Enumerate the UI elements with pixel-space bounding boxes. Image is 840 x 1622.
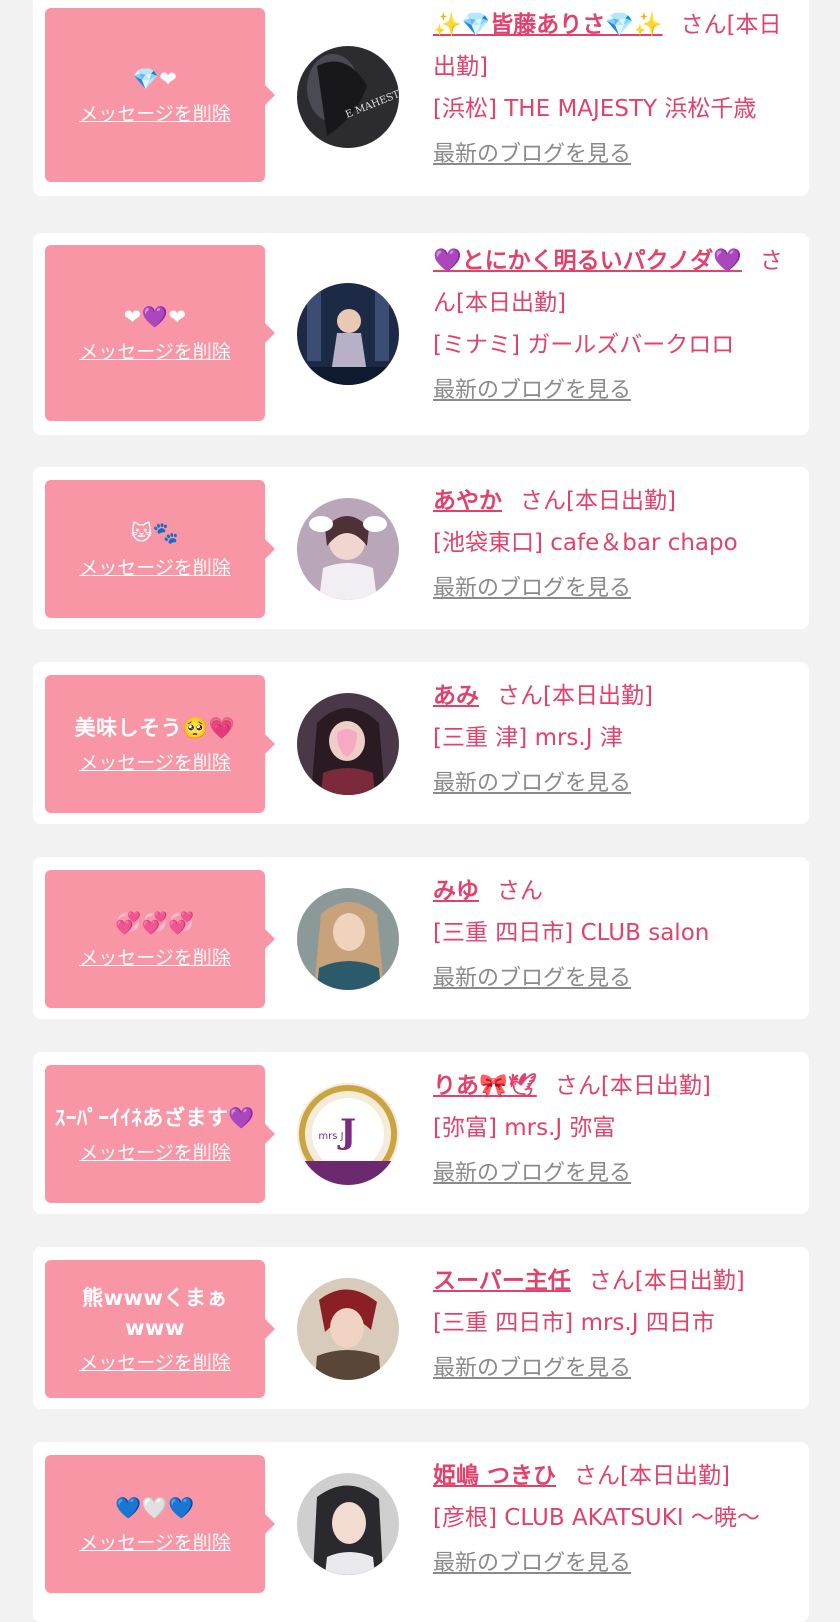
message-text: 🐱🐾 xyxy=(130,521,180,545)
cast-suffix: さん xyxy=(497,878,543,904)
latest-blog-link[interactable]: 最新のブログを見る xyxy=(433,140,631,170)
message-card: 熊wwwくまぁwww メッセージを削除 スーパー主任 さん[本日出勤] [三重 四… xyxy=(33,1247,809,1409)
avatar[interactable]: J mrs J xyxy=(297,1083,399,1185)
cast-suffix: さん[本日出勤] xyxy=(497,683,653,709)
shop-name: [三重 四日市] mrs.J 四日市 xyxy=(433,1310,715,1336)
message-card: 💎❤ メッセージを削除 E MAHESTY ✨💎皆藤ありさ💎✨ さん[本日出勤] … xyxy=(33,0,809,196)
latest-blog-link[interactable]: 最新のブログを見る xyxy=(433,1159,631,1189)
avatar[interactable] xyxy=(297,283,399,385)
cast-name-link[interactable]: スーパー主任 xyxy=(433,1268,571,1294)
card-info: あやか さん[本日出勤] [池袋東口] cafe＆bar chapo 最新のブログ… xyxy=(433,480,795,609)
latest-blog-link[interactable]: 最新のブログを見る xyxy=(433,1549,631,1579)
message-text: 美味しそう🥺💗 xyxy=(74,716,236,740)
message-bubble: 💎❤ メッセージを削除 xyxy=(45,8,275,182)
cast-name-link[interactable]: ✨💎皆藤ありさ💎✨ xyxy=(433,12,663,38)
message-bubble: 💙🤍💙 メッセージを削除 xyxy=(45,1455,275,1593)
avatar[interactable] xyxy=(297,1473,399,1575)
shop-name: [池袋東口] cafe＆bar chapo xyxy=(433,530,738,556)
delete-message-link[interactable]: メッセージを削除 xyxy=(79,751,231,775)
message-card: ｽｰﾊﾟｰｲｲﾈあざます💜 メッセージを削除 J mrs J りあ🎀🕊 さん[本日… xyxy=(33,1052,809,1214)
message-text: 💞💞💞 xyxy=(115,911,195,935)
delete-message-link[interactable]: メッセージを削除 xyxy=(79,102,231,126)
message-bubble: 美味しそう🥺💗 メッセージを削除 xyxy=(45,675,275,813)
card-info: 姫嶋 つきひ さん[本日出勤] [彦根] CLUB AKATSUKI 〜暁〜 最新… xyxy=(433,1455,795,1584)
avatar[interactable] xyxy=(297,888,399,990)
shop-name: [ミナミ] ガールズバークロロ xyxy=(433,332,735,358)
cast-suffix: さん[本日出勤] xyxy=(588,1268,745,1294)
message-list: 💎❤ メッセージを削除 E MAHESTY ✨💎皆藤ありさ💎✨ さん[本日出勤] … xyxy=(0,0,840,1622)
cast-suffix: さん[本日出勤] xyxy=(520,488,676,514)
message-card: 💙🤍💙 メッセージを削除 姫嶋 つきひ さん[本日出勤] [彦根] CLUB AK… xyxy=(33,1442,809,1622)
message-card: 🐱🐾 メッセージを削除 あやか さん[本日出勤] [池袋東口] cafe＆bar … xyxy=(33,467,809,629)
cast-suffix: さん[本日出勤] xyxy=(554,1073,711,1099)
avatar[interactable] xyxy=(297,1278,399,1380)
card-info: スーパー主任 さん[本日出勤] [三重 四日市] mrs.J 四日市 最新のブログ… xyxy=(433,1260,795,1389)
message-text: 💙🤍💙 xyxy=(115,1496,195,1520)
avatar[interactable] xyxy=(297,498,399,600)
cast-name-link[interactable]: 💜とにかく明るいパクノダ💜 xyxy=(433,248,742,274)
card-info: 💜とにかく明るいパクノダ💜 さん[本日出勤] [ミナミ] ガールズバークロロ 最新… xyxy=(433,240,795,411)
message-bubble: 💞💞💞 メッセージを削除 xyxy=(45,870,275,1008)
latest-blog-link[interactable]: 最新のブログを見る xyxy=(433,574,631,604)
shop-name: [弥富] mrs.J 弥富 xyxy=(433,1115,616,1141)
message-card: 💞💞💞 メッセージを削除 みゆ さん [三重 四日市] CLUB salon 最新… xyxy=(33,857,809,1019)
svg-text:mrs J: mrs J xyxy=(318,1131,343,1142)
card-info: みゆ さん [三重 四日市] CLUB salon 最新のブログを見る xyxy=(433,870,795,999)
shop-name: [彦根] CLUB AKATSUKI 〜暁〜 xyxy=(433,1505,760,1531)
delete-message-link[interactable]: メッセージを削除 xyxy=(79,1351,231,1375)
card-info: りあ🎀🕊 さん[本日出勤] [弥富] mrs.J 弥富 最新のブログを見る xyxy=(433,1065,795,1194)
delete-message-link[interactable]: メッセージを削除 xyxy=(79,556,231,580)
message-text: 💎❤ xyxy=(132,67,178,91)
card-info: ✨💎皆藤ありさ💎✨ さん[本日出勤] [浜松] THE MAJESTY 浜松千歳 … xyxy=(433,4,795,175)
cast-suffix: さん[本日出勤] xyxy=(574,1463,730,1489)
message-text: ｽｰﾊﾟｰｲｲﾈあざます💜 xyxy=(54,1106,256,1130)
delete-message-link[interactable]: メッセージを削除 xyxy=(79,1141,231,1165)
shop-name: [三重 四日市] CLUB salon xyxy=(433,920,710,946)
message-text: ❤💜❤ xyxy=(123,305,187,329)
message-text: 熊wwwくまぁwww xyxy=(82,1286,228,1340)
message-card: ❤💜❤ メッセージを削除 💜とにかく明るいパクノダ💜 さん[本日出勤] [ミナミ]… xyxy=(33,233,809,435)
avatar[interactable]: E MAHESTY xyxy=(297,46,399,148)
latest-blog-link[interactable]: 最新のブログを見る xyxy=(433,964,631,994)
message-bubble: ｽｰﾊﾟｰｲｲﾈあざます💜 メッセージを削除 xyxy=(45,1065,275,1203)
cast-name-link[interactable]: みゆ xyxy=(433,878,479,904)
message-card: 美味しそう🥺💗 メッセージを削除 あみ さん[本日出勤] [三重 津] mrs.J… xyxy=(33,662,809,824)
cast-name-link[interactable]: あみ xyxy=(433,683,479,709)
shop-name: [三重 津] mrs.J 津 xyxy=(433,725,623,751)
latest-blog-link[interactable]: 最新のブログを見る xyxy=(433,769,631,799)
delete-message-link[interactable]: メッセージを削除 xyxy=(79,340,231,364)
avatar[interactable] xyxy=(297,693,399,795)
latest-blog-link[interactable]: 最新のブログを見る xyxy=(433,1354,631,1384)
delete-message-link[interactable]: メッセージを削除 xyxy=(79,946,231,970)
message-bubble: 熊wwwくまぁwww メッセージを削除 xyxy=(45,1260,275,1398)
cast-name-link[interactable]: あやか xyxy=(433,488,502,514)
cast-name-link[interactable]: 姫嶋 つきひ xyxy=(433,1463,556,1489)
message-bubble: 🐱🐾 メッセージを削除 xyxy=(45,480,275,618)
card-info: あみ さん[本日出勤] [三重 津] mrs.J 津 最新のブログを見る xyxy=(433,675,795,804)
delete-message-link[interactable]: メッセージを削除 xyxy=(79,1531,231,1555)
cast-name-link[interactable]: りあ🎀🕊 xyxy=(433,1073,537,1099)
message-bubble: ❤💜❤ メッセージを削除 xyxy=(45,245,275,421)
latest-blog-link[interactable]: 最新のブログを見る xyxy=(433,376,631,406)
shop-name: [浜松] THE MAJESTY 浜松千歳 xyxy=(433,96,757,122)
